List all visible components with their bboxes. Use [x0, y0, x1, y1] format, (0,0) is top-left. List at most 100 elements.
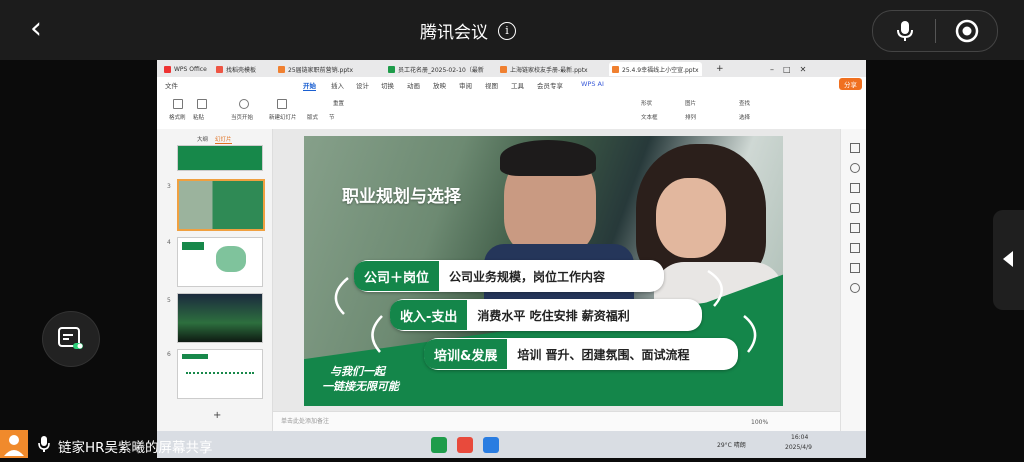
tab-label: 25届链家职前营销.pptx: [288, 66, 354, 74]
close-icon[interactable]: ✕: [800, 65, 807, 74]
star-icon[interactable]: [850, 163, 860, 173]
right-tool-pane: [840, 129, 866, 431]
slide-thumbnail[interactable]: [177, 145, 263, 171]
tab-label: 上海链家校友手册-最新.pptx: [510, 66, 588, 74]
slide-title: 职业规划与选择: [342, 187, 461, 207]
shared-screen: WPS Office 找稻壳模板 25届链家职前营销.pptx 员工花名册_20…: [157, 60, 866, 458]
tab-label: WPS Office: [174, 65, 207, 73]
microphone-icon[interactable]: [897, 20, 913, 42]
slide-thumbnail[interactable]: [177, 237, 263, 287]
menu-file[interactable]: 文件: [165, 80, 178, 90]
microphone-icon: [38, 436, 50, 452]
minimize-icon[interactable]: –: [770, 65, 774, 74]
format-painter-button[interactable]: 格式刷: [169, 113, 186, 121]
slide-number: 3: [167, 183, 171, 190]
menu-tools[interactable]: 工具: [511, 80, 524, 90]
template-icon: [216, 65, 223, 73]
wps-tab-bar: WPS Office 找稻壳模板 25届链家职前营销.pptx 员工花名册_20…: [157, 60, 866, 77]
shape-button[interactable]: 形状: [641, 99, 652, 107]
divider: [935, 19, 936, 43]
share-button[interactable]: 分享: [839, 78, 862, 90]
select-button[interactable]: 选择: [739, 113, 750, 121]
menu-view[interactable]: 视图: [485, 80, 498, 90]
arrange-button[interactable]: 排列: [685, 113, 696, 121]
tool-icon[interactable]: [850, 243, 860, 253]
tab-doc-2[interactable]: 员工花名册_2025-02-10（最新: [385, 62, 487, 76]
outline-tab[interactable]: 大纲: [197, 135, 208, 143]
wps-logo-icon: [164, 65, 171, 73]
wps-toolbar: 格式刷 粘贴 当页开始 新建幻灯片 版式 节 重置 形状 图片 查找 文本框 排…: [157, 93, 866, 130]
clock-date: 2025/4/9: [785, 444, 812, 451]
help-icon[interactable]: [850, 283, 860, 293]
find-button[interactable]: 查找: [739, 99, 750, 107]
ppt-icon: [500, 65, 507, 73]
slide-thumbnail[interactable]: [177, 349, 263, 399]
new-slide-icon[interactable]: [277, 99, 287, 109]
tab-doc-4[interactable]: 25.4.9幸福线上小空宣.pptx: [609, 62, 702, 76]
menu-insert[interactable]: 插入: [331, 80, 344, 90]
settings-icon[interactable]: [850, 143, 860, 153]
taskbar-app-icon[interactable]: [431, 437, 447, 453]
format-painter-icon[interactable]: [173, 99, 183, 109]
tool-icon[interactable]: [850, 223, 860, 233]
tab-doc-3[interactable]: 上海链家校友手册-最新.pptx: [497, 62, 591, 76]
layout-button[interactable]: 版式: [307, 113, 318, 121]
maximize-icon[interactable]: □: [783, 65, 791, 74]
slogan-line-2: 一链接无限可能: [322, 380, 399, 393]
taskbar-app-icon[interactable]: [483, 437, 499, 453]
zoom-level[interactable]: 100%: [751, 419, 768, 426]
paste-button[interactable]: 粘贴: [193, 113, 204, 121]
slide-thumbnail[interactable]: [177, 293, 263, 343]
slide: 职业规划与选择 公司＋岗位 公司业务规模，岗位工作内容 收入-支出 消费水平 吃…: [304, 136, 783, 406]
new-slide-button[interactable]: 新建幻灯片: [269, 113, 297, 121]
chat-float-button[interactable]: [42, 311, 100, 367]
clock-time: 16:04: [791, 434, 809, 441]
section-button[interactable]: 节: [329, 113, 335, 121]
wps-menu-bar: 文件 开始 插入 设计 切换 动画 放映 审阅 视图 工具 会员专享 WPS A…: [157, 77, 866, 94]
tab-label: 员工花名册_2025-02-10（最新: [398, 66, 484, 74]
meeting-title-group: 腾讯会议 i: [420, 18, 516, 43]
chat-icon: [58, 327, 83, 349]
tab-label: 找稻壳模板: [226, 66, 257, 74]
tab-label: 25.4.9幸福线上小空宣.pptx: [622, 66, 699, 74]
taskbar-app-icon[interactable]: [457, 437, 473, 453]
menu-transition[interactable]: 切换: [381, 80, 394, 90]
textbox-button[interactable]: 文本框: [641, 113, 658, 121]
menu-home[interactable]: 开始: [303, 80, 316, 91]
add-slide-button[interactable]: +: [213, 410, 221, 421]
info-icon[interactable]: i: [498, 21, 516, 40]
window-controls[interactable]: – □ ✕: [767, 62, 809, 76]
new-tab-button[interactable]: +: [713, 62, 727, 76]
reset-button[interactable]: 重置: [333, 99, 344, 107]
slide-thumbnail-pane: 大纲 幻灯片 3 4 5 6 +: [157, 129, 273, 431]
slides-tab[interactable]: 幻灯片: [215, 135, 232, 144]
taskbar: 29°C 晴朗 16:04 2025/4/9 100%: [157, 419, 866, 458]
record-icon[interactable]: [955, 19, 979, 43]
tool-icon[interactable]: [850, 203, 860, 213]
sheet-icon: [388, 65, 395, 73]
menu-review[interactable]: 审阅: [459, 80, 472, 90]
chevron-left-icon[interactable]: ‹: [30, 12, 42, 46]
menu-wps-ai[interactable]: WPS AI: [581, 80, 604, 88]
ppt-icon: [612, 65, 619, 73]
slogan-line-1: 与我们一起: [330, 365, 385, 378]
tool-icon[interactable]: [850, 263, 860, 273]
menu-member[interactable]: 会员专享: [537, 80, 563, 90]
slide-number: 4: [167, 239, 171, 246]
side-panel-handle[interactable]: [993, 210, 1024, 310]
picture-button[interactable]: 图片: [685, 99, 696, 107]
slide-thumbnail-selected[interactable]: [177, 179, 265, 231]
user-avatar-icon: [0, 430, 28, 458]
menu-design[interactable]: 设计: [356, 80, 369, 90]
tab-wps-office[interactable]: WPS Office: [161, 62, 210, 76]
copy-icon[interactable]: [850, 183, 860, 193]
play-from-current-icon[interactable]: [239, 99, 249, 109]
tab-template[interactable]: 找稻壳模板: [213, 62, 259, 76]
menu-animation[interactable]: 动画: [407, 80, 420, 90]
play-from-current-button[interactable]: 当页开始: [231, 113, 253, 121]
paste-icon[interactable]: [197, 99, 207, 109]
tab-doc-1[interactable]: 25届链家职前营销.pptx: [275, 62, 356, 76]
woman-photo: [656, 178, 726, 258]
menu-slideshow[interactable]: 放映: [433, 80, 446, 90]
audio-record-controls: [872, 10, 998, 52]
